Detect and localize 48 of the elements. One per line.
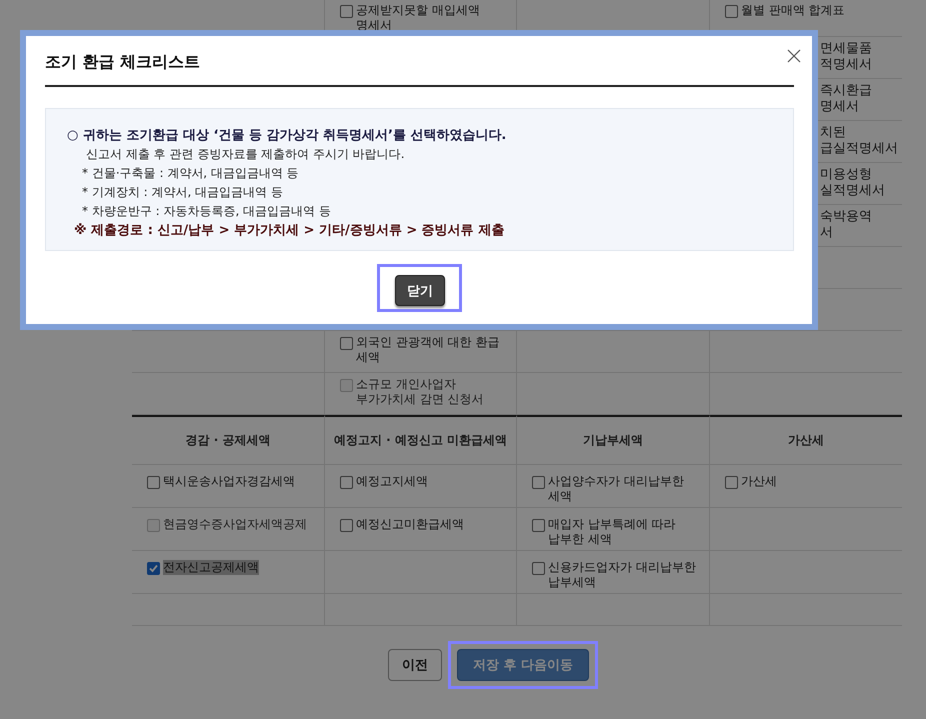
checkbox[interactable] [725, 5, 738, 18]
message-text: * 차량운반구 : 자동차등록증, 대금입금내역 등 [81, 203, 332, 220]
cell-text: 숙박용역 [820, 209, 873, 225]
cell-text: 면세물품 [820, 41, 873, 57]
cell-text: 치된 [820, 125, 847, 141]
checkbox[interactable] [725, 476, 738, 489]
checkbox-label: 가산세 [741, 474, 777, 489]
submission-path-text: ※ 제출경로 : 신고/납부 > 부가가치세 > 기타/증빙서류 > 증빙서류 제출 [73, 222, 506, 240]
checkbox[interactable] [340, 519, 353, 532]
checkbox-label: 신용카드업자가 대리납부한 납부세액 [548, 560, 697, 590]
checkbox-label: 매입자 납부특례에 따라 납부한 세액 [548, 517, 677, 547]
column-header: 기납부세액 [583, 432, 643, 449]
close-icon[interactable] [787, 48, 801, 62]
dialog-title: 조기 환급 체크리스트 [45, 52, 200, 73]
message-text: 신고서 제출 후 관련 증빙자료를 제출하여 주시기 바랍니다. [85, 146, 406, 163]
checkbox[interactable] [147, 476, 160, 489]
checkbox-label: 예정신고미환급세액 [356, 517, 464, 532]
checkbox[interactable] [532, 519, 545, 532]
checkbox[interactable] [532, 562, 545, 575]
message-text: * 기계장치 : 계약서, 대금입금내역 등 [81, 184, 284, 201]
cell-text: 적명세서 [820, 57, 873, 73]
close-button[interactable]: 닫기 [395, 275, 445, 306]
cell-text: 실적명세서 [820, 183, 886, 199]
checkbox-label: 전자신고공제세액 [163, 560, 259, 575]
checkbox[interactable] [532, 476, 545, 489]
checkbox-label: 사업양수자가 대리납부한 세액 [548, 474, 685, 504]
cell-text: 미용성형 [820, 167, 873, 183]
previous-button[interactable]: 이전 [388, 649, 442, 681]
checkbox[interactable] [340, 5, 353, 18]
checkbox-label: 소규모 개인사업자 부가가치세 감면 신청서 [356, 377, 485, 407]
checkbox-label: 외국인 관광객에 대한 환급 세액 [356, 335, 500, 365]
cell-text: 명세서 [820, 99, 860, 115]
column-header: 예정고지 · 예정신고 미환급세액 [334, 432, 508, 449]
column-header: 경감 · 공제세액 [186, 432, 270, 449]
column-header: 가산세 [788, 432, 824, 449]
checkbox-label: 현금영수증사업자세액공제 [163, 517, 307, 532]
message-text: ○ 귀하는 조기환급 대상 ‘건물 등 감가상각 취득명세서’를 선택하였습니다. [67, 127, 508, 145]
cell-text: 즉시환급 [820, 83, 873, 99]
checkbox-label: 월별 판매액 합계표 [741, 3, 845, 18]
message-text: * 건물·구축물 : 계약서, 대금입금내역 등 [81, 165, 300, 182]
cell-text: 급실적명세서 [820, 141, 894, 157]
checkbox-label: 공제받지못할 매입세액 명세서 [356, 3, 481, 33]
checkbox-label: 예정고지세액 [356, 474, 428, 489]
checkbox[interactable] [340, 337, 353, 350]
cell-text: 서 [820, 225, 834, 241]
checkbox-label: 택시운송사업자경감세액 [163, 474, 295, 489]
checkbox[interactable] [340, 476, 353, 489]
checkbox[interactable] [147, 562, 160, 575]
